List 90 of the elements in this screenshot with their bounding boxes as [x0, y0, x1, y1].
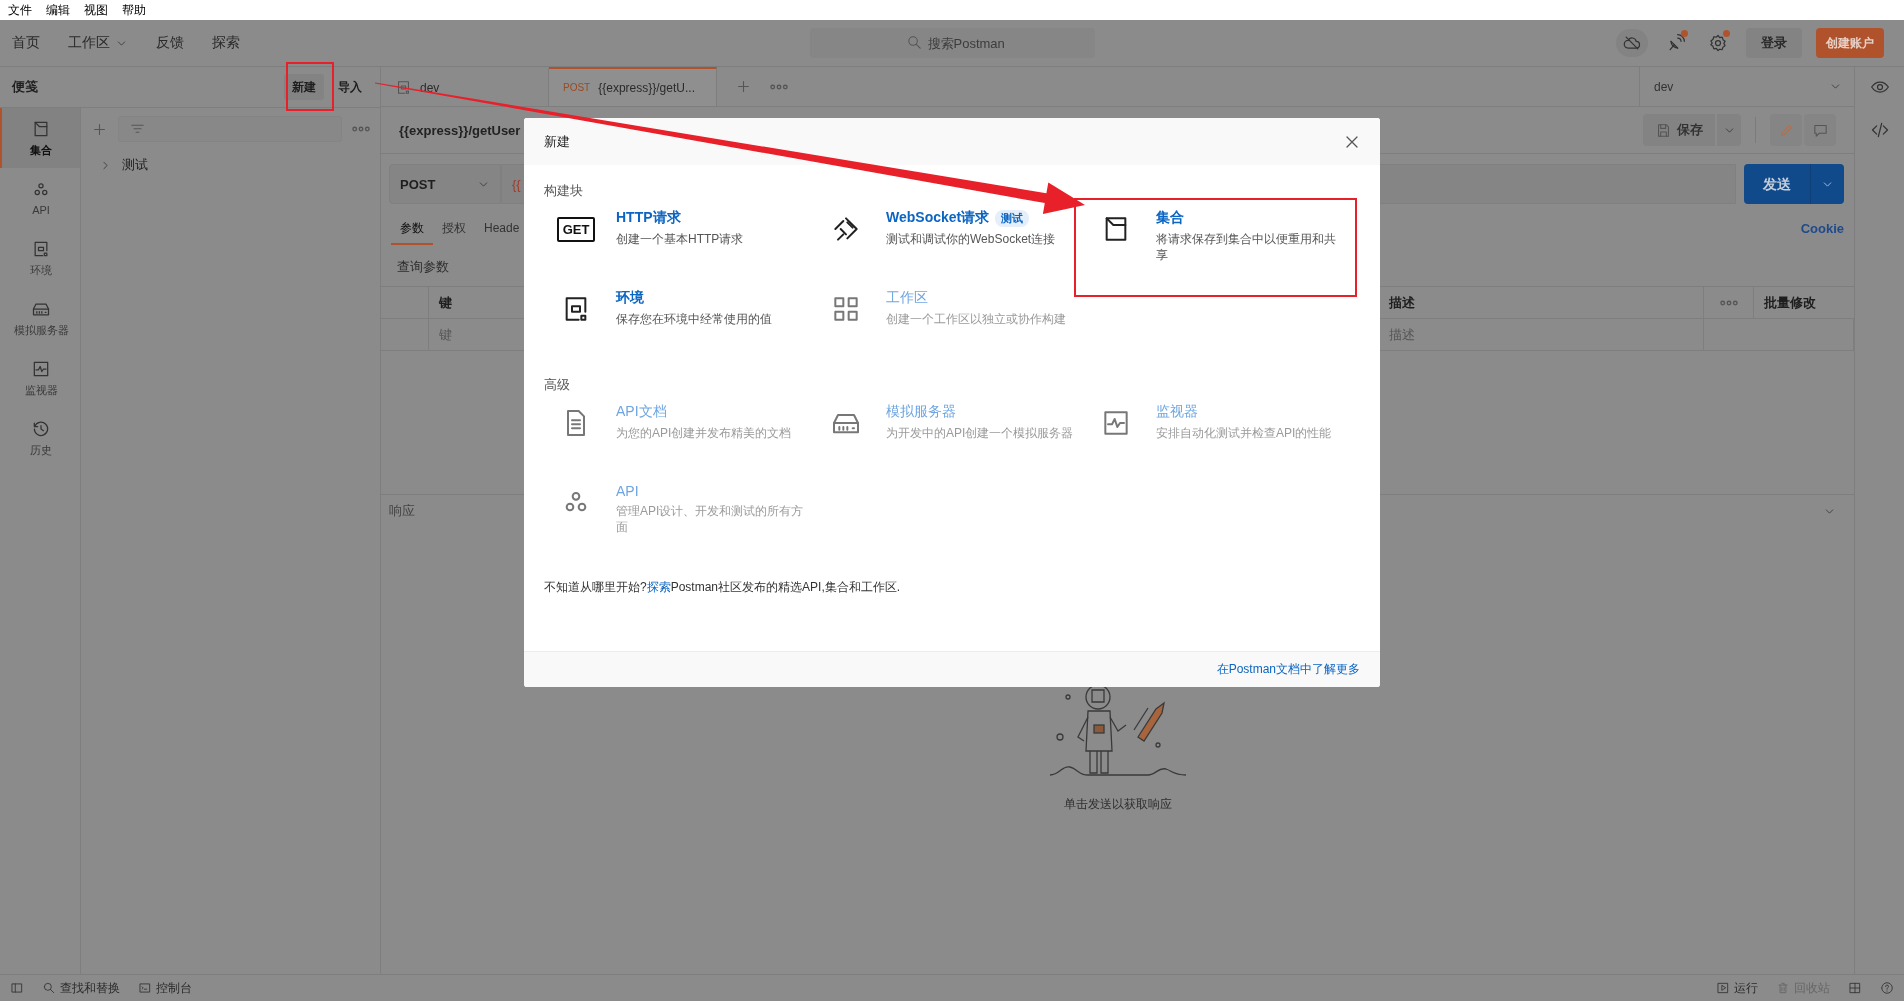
section-heading: 高级 — [544, 376, 571, 394]
explore-link[interactable]: 探索 — [646, 580, 671, 594]
terminal-icon — [138, 981, 152, 995]
sidebar-nav-item[interactable]: API — [0, 168, 80, 228]
tab-title: {{express}}/getU... — [598, 80, 695, 95]
send-button[interactable]: 发送 — [1744, 164, 1844, 204]
dialog-title: 新建 — [544, 132, 570, 151]
code-icon — [1869, 120, 1890, 140]
option-title: API文档 — [616, 403, 667, 421]
save-button[interactable]: 保存 — [1643, 114, 1715, 146]
create-option[interactable]: WebSocket请求 测试 测试和调试你的WebSocket连接 — [814, 203, 1084, 283]
comment-button[interactable] — [1804, 114, 1836, 146]
option-description: 创建一个基本HTTP请求 — [616, 231, 745, 248]
collection-item[interactable]: 测试 — [91, 156, 370, 174]
option-title: 环境 — [616, 289, 644, 307]
menu-item[interactable]: 视图 — [84, 1, 108, 19]
more-icon — [1719, 299, 1738, 306]
edit-button[interactable] — [1770, 114, 1802, 146]
plus-icon — [735, 78, 752, 95]
trash-icon — [1776, 981, 1790, 995]
request-tab[interactable]: POST {{express}}/getU... — [549, 67, 717, 106]
status-bar-button[interactable]: 查找和替换 — [42, 979, 120, 997]
option-title: 集合 — [1156, 209, 1184, 227]
option-title: API — [616, 483, 639, 499]
get-icon: GET — [556, 216, 596, 242]
option-title: WebSocket请求 — [886, 209, 990, 227]
sidebar-nav-item[interactable]: 集合 — [0, 108, 80, 168]
beta-badge: 测试 — [995, 209, 1030, 227]
menu-item[interactable]: 帮助 — [122, 1, 146, 19]
sidebar-toggle-icon — [10, 981, 24, 995]
workspace-title: 便笺 — [12, 78, 38, 96]
nav-link[interactable]: 探索 — [212, 34, 240, 52]
save-menu-button[interactable] — [1717, 114, 1741, 146]
more-icon — [352, 126, 370, 132]
method-select[interactable]: POST — [389, 164, 501, 204]
option-description: 为您的API创建并发布精美的文档 — [616, 425, 793, 442]
create-option[interactable]: GET HTTP请求 创建一个基本HTTP请求 — [544, 203, 814, 283]
option-title: HTTP请求 — [616, 209, 681, 227]
nav-link[interactable]: 工作区 — [68, 34, 128, 52]
sidebar-nav-item[interactable]: 历史 — [0, 408, 80, 468]
search-field[interactable]: 搜索Postman — [809, 28, 1095, 58]
cookie-link[interactable]: Cookie — [1800, 220, 1844, 236]
create-option[interactable]: 集合 将请求保存到集合中以便重用和共享 — [1084, 203, 1354, 283]
option-description: 管理API设计、开发和测试的所有方面 — [616, 503, 805, 536]
settings-icon — [1708, 33, 1728, 53]
help-icon — [1880, 981, 1894, 995]
option-description: 测试和调试你的WebSocket连接 — [886, 231, 1057, 248]
menu-item[interactable]: 文件 — [8, 1, 32, 19]
play-icon — [1716, 981, 1730, 995]
status-bar-button[interactable]: 控制台 — [138, 979, 192, 997]
tab-title: dev — [420, 80, 440, 95]
section-heading: 构建块 — [544, 182, 584, 200]
environment-select[interactable]: dev — [1639, 67, 1854, 106]
response-hint: 单击发送以获取响应 — [1063, 796, 1172, 813]
search-icon — [905, 34, 923, 51]
sign-in-button[interactable]: 登录 — [1746, 28, 1802, 58]
request-title: {{express}}/getUser — [399, 122, 521, 138]
menu-item[interactable]: 编辑 — [46, 1, 70, 19]
option-description: 安排自动化测试并检查API的性能 — [1156, 425, 1333, 442]
request-option-tab[interactable]: 参数 — [391, 211, 433, 245]
option-title: 工作区 — [886, 289, 928, 307]
option-description: 将请求保存到集合中以便重用和共享 — [1156, 231, 1337, 264]
nav-link[interactable]: 反馈 — [156, 34, 184, 52]
new-button[interactable]: 新建 — [284, 74, 324, 100]
search-icon — [42, 981, 56, 995]
highlight-box — [286, 62, 334, 111]
option-title: 监视器 — [1156, 403, 1198, 421]
sidebar-nav-item[interactable]: 监视器 — [0, 348, 80, 408]
nav-link[interactable]: 首页 — [12, 34, 40, 52]
option-description: 为开发中的API创建一个模拟服务器 — [886, 425, 1075, 442]
response-title: 响应 — [389, 502, 415, 520]
import-button[interactable]: 导入 — [330, 74, 370, 100]
section-title: 查询参数 — [397, 258, 449, 276]
layout-icon — [1848, 981, 1862, 995]
status-bar-button[interactable]: 运行 — [1716, 979, 1758, 997]
collection-name: 测试 — [122, 156, 148, 174]
save-icon — [1655, 121, 1672, 139]
option-title: 模拟服务器 — [886, 403, 956, 421]
docs-link[interactable]: 在Postman文档中了解更多 — [1216, 661, 1360, 678]
filter-field[interactable] — [118, 116, 342, 142]
request-option-tab[interactable]: 授权 — [433, 211, 475, 245]
method-label: POST — [563, 82, 591, 93]
request-option-tab[interactable]: Heade — [475, 213, 529, 243]
help-text: 不知道从哪里开始?探索Postman社区发布的精选API,集合和工作区. — [544, 579, 902, 596]
sidebar-nav-item[interactable]: 环境 — [0, 228, 80, 288]
frame-icon — [395, 79, 412, 96]
more-icon — [770, 83, 788, 90]
bulk-edit-link[interactable]: 批量修改 — [1754, 287, 1854, 319]
sidebar-nav-item[interactable]: 模拟服务器 — [0, 288, 80, 348]
create-account-button[interactable]: 创建账户 — [1816, 28, 1884, 58]
